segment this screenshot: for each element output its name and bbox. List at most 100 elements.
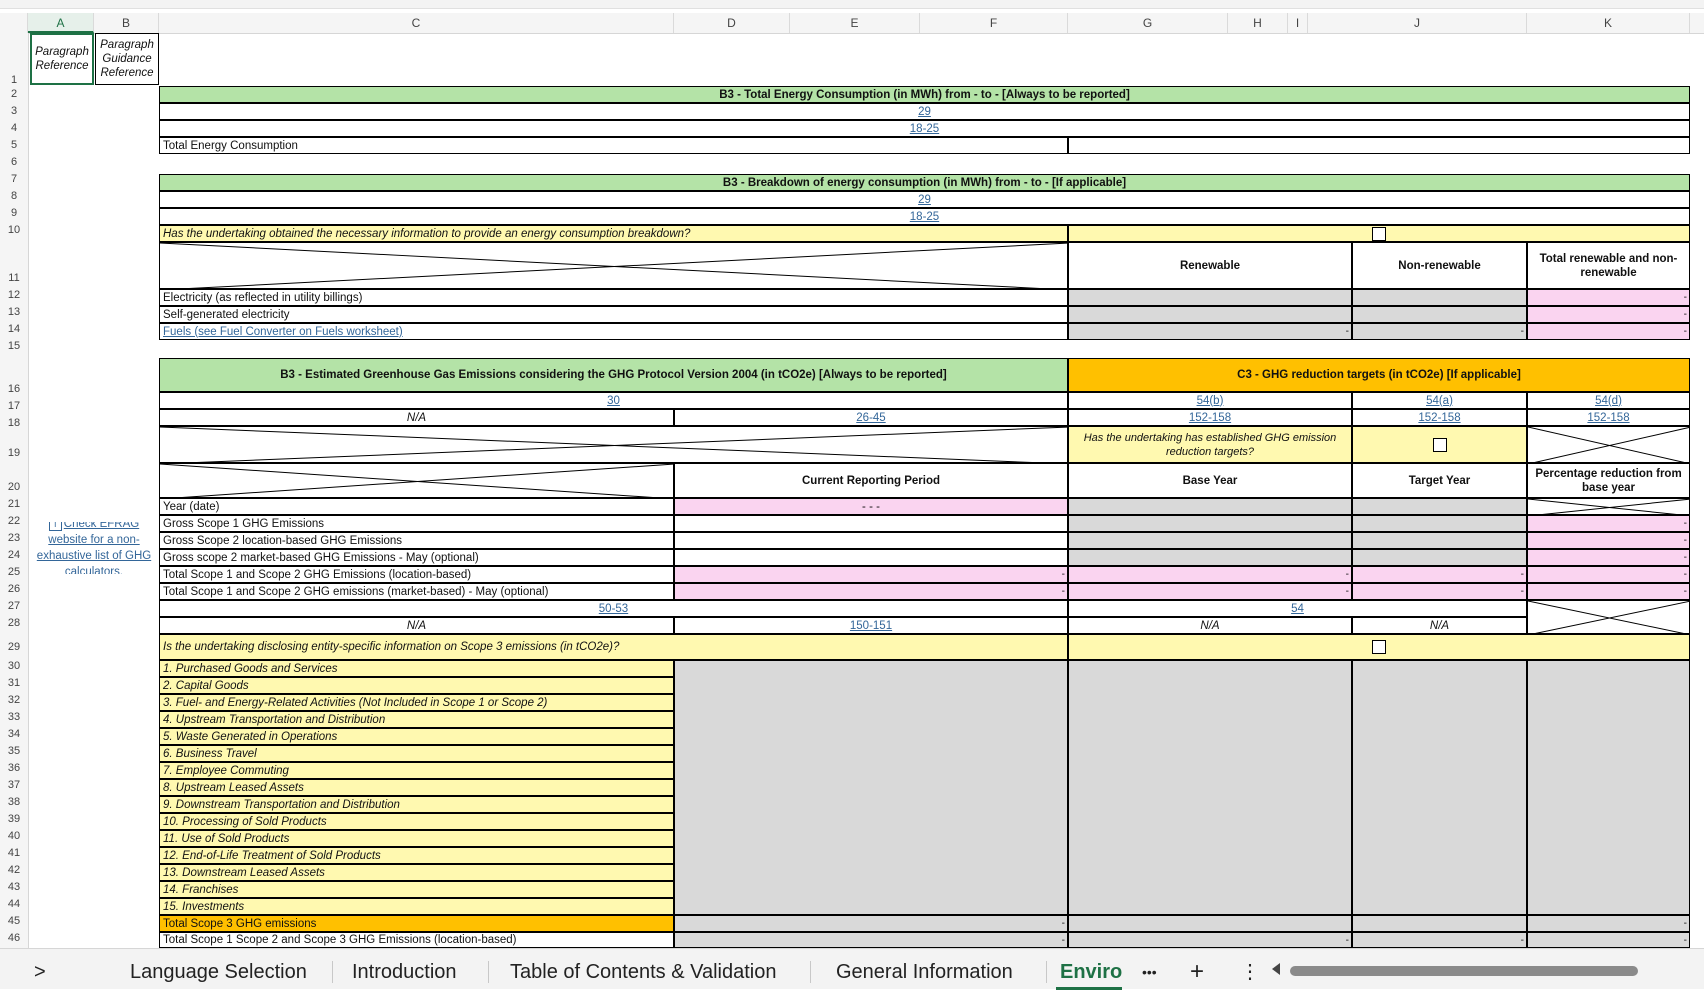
total-scope3-base — [1068, 915, 1352, 932]
scope3-item: 3. Fuel- and Energy-Related Activities (… — [159, 694, 674, 711]
ghg-ref-link[interactable]: 30 — [607, 395, 620, 407]
ghg-guidance-link[interactable]: 26-45 — [856, 412, 885, 424]
scope1-current[interactable] — [674, 515, 1068, 532]
scope3-guidance-link[interactable]: 150-151 — [850, 620, 892, 632]
scope2-location-base[interactable] — [1068, 532, 1352, 549]
target-g-ref2-link[interactable]: 152-158 — [1189, 412, 1231, 424]
self-generated-total: - — [1527, 306, 1690, 323]
electricity-renewable[interactable] — [1068, 289, 1352, 306]
targets-question: Has the undertaking has established GHG … — [1068, 426, 1352, 463]
self-generated-renewable[interactable] — [1068, 306, 1352, 323]
scope2-market-base[interactable] — [1068, 549, 1352, 566]
breakdown-item-self-generated: Self-generated electricity — [159, 306, 1068, 323]
tab-scroll-right-icon[interactable]: > — [24, 957, 56, 987]
current-period-header: Current Reporting Period — [674, 463, 1068, 498]
scope3-checkbox[interactable] — [1372, 640, 1386, 654]
breakdown-checkbox[interactable] — [1372, 226, 1386, 241]
target-k-ref2-link[interactable]: 152-158 — [1587, 412, 1629, 424]
scope3-item: 11. Use of Sold Products — [159, 830, 674, 847]
scope3-current-block[interactable] — [674, 660, 1068, 915]
target-year-na: N/A — [1352, 617, 1527, 634]
fuels-link[interactable]: Fuels (see Fuel Converter on Fuels works… — [163, 326, 403, 338]
breakdown-answer-cell — [1068, 225, 1690, 242]
target-j-ref2-link[interactable]: 152-158 — [1418, 412, 1460, 424]
target-year-header: Target Year — [1352, 463, 1527, 498]
info-icon: i — [48, 522, 62, 531]
cell-b1-guidance-reference[interactable]: Paragraph Guidance Reference — [95, 33, 159, 85]
renewable-header: Renewable — [1068, 242, 1352, 289]
energy-ref-row3: 29 — [159, 103, 1690, 120]
year-target-cell[interactable] — [1352, 498, 1527, 515]
targets-answer-cell — [1352, 426, 1527, 463]
efrag-link[interactable]: i Check EFRAG website for a non-exhaustiv… — [30, 522, 158, 574]
breakdown-ref-link[interactable]: 29 — [918, 194, 931, 206]
tab-introduction[interactable]: Introduction — [342, 957, 467, 987]
target-g-ref1-link[interactable]: 54(b) — [1197, 395, 1224, 407]
scope3-item: 12. End-of-Life Treatment of Sold Produc… — [159, 847, 674, 864]
scope3-answer-cell — [1068, 634, 1690, 660]
scope3-pct-block[interactable] — [1527, 660, 1690, 915]
energy-ref-link[interactable]: 29 — [918, 106, 931, 118]
crossed-out-cell — [159, 463, 674, 498]
targets-checkbox[interactable] — [1432, 437, 1447, 452]
tab-table-of-contents[interactable]: Table of Contents & Validation — [500, 957, 786, 987]
total-all-base: - — [1068, 932, 1352, 948]
tab-language-selection[interactable]: Language Selection — [120, 957, 317, 987]
tab-separator — [1046, 961, 1047, 983]
electricity-total: - — [1527, 289, 1690, 306]
scope3-item: 14. Franchises — [159, 881, 674, 898]
scope3-item: 10. Processing of Sold Products — [159, 813, 674, 830]
add-sheet-icon[interactable]: + — [1180, 957, 1214, 987]
total-energy-label: Total Energy Consumption — [159, 137, 1068, 154]
scope1-base[interactable] — [1068, 515, 1352, 532]
target-k-ref1-link[interactable]: 54(d) — [1595, 395, 1622, 407]
efrag-note[interactable]: i Check EFRAG website for a non-exhaustiv… — [30, 522, 158, 574]
total-energy-value[interactable] — [1068, 137, 1690, 154]
total-location-current: - — [674, 566, 1068, 583]
scope3-target-block[interactable] — [1352, 660, 1527, 915]
sheet-tab-bar: > Language Selection Introduction Table … — [0, 948, 1704, 990]
total-all-current: - — [674, 932, 1068, 948]
ghg-ref-row18: 26-45 — [674, 409, 1068, 426]
scope2-location-target[interactable] — [1352, 532, 1527, 549]
scroll-left-arrow-icon[interactable] — [1272, 963, 1280, 975]
scope3-item: 4. Upstream Transportation and Distribut… — [159, 711, 674, 728]
tab-separator — [488, 961, 489, 983]
cell-a1-paragraph-reference[interactable]: Paragraph Reference — [30, 33, 94, 85]
target-j-ref1: 54(a) — [1352, 392, 1527, 409]
scope1-pct: - — [1527, 515, 1690, 532]
tab-enviro[interactable]: Enviro — [1056, 957, 1122, 990]
target-j-ref1-link[interactable]: 54(a) — [1426, 395, 1453, 407]
target-g-ref2: 152-158 — [1068, 409, 1352, 426]
energy-guidance-link[interactable]: 18-25 — [910, 123, 939, 135]
total-market-base: - — [1068, 583, 1352, 600]
scope3-ref-link[interactable]: 50-53 — [599, 603, 628, 615]
horizontal-scrollbar[interactable] — [1290, 966, 1638, 976]
ghg-item-scope1: Gross Scope 1 GHG Emissions — [159, 515, 674, 532]
self-generated-nonrenewable[interactable] — [1352, 306, 1527, 323]
scope1-target[interactable] — [1352, 515, 1527, 532]
more-tabs-icon[interactable]: ••• — [1132, 957, 1167, 987]
breakdown-question: Has the undertaking obtained the necessa… — [159, 225, 1068, 242]
scope2-market-target[interactable] — [1352, 549, 1527, 566]
ghg-item-total-market: Total Scope 1 and Scope 2 GHG emissions … — [159, 583, 674, 600]
electricity-nonrenewable[interactable] — [1352, 289, 1527, 306]
scope2-market-current[interactable] — [674, 549, 1068, 566]
energy-ref-row4: 18-25 — [159, 120, 1690, 137]
target-ref54-link[interactable]: 54 — [1291, 603, 1304, 615]
scope3-item: 1. Purchased Goods and Services — [159, 660, 674, 677]
total-renewable-header: Total renewable and non-renewable — [1527, 242, 1690, 289]
breakdown-guidance-link[interactable]: 18-25 — [910, 211, 939, 223]
year-base-cell[interactable] — [1068, 498, 1352, 515]
tab-general-information[interactable]: General Information — [826, 957, 1023, 987]
breakdown-ref-row9: 18-25 — [159, 208, 1690, 225]
crossed-out-cell — [1527, 600, 1690, 634]
sheet-options-icon[interactable]: ⋮ — [1230, 957, 1270, 987]
total-location-target: - — [1352, 566, 1527, 583]
ghg-section-title: B3 - Estimated Greenhouse Gas Emissions … — [159, 358, 1068, 392]
breakdown-item-electricity: Electricity (as reflected in utility bil… — [159, 289, 1068, 306]
scope2-location-current[interactable] — [674, 532, 1068, 549]
scope3-base-block[interactable] — [1068, 660, 1352, 915]
target-base-na: N/A — [1068, 617, 1352, 634]
total-market-current: - — [674, 583, 1068, 600]
